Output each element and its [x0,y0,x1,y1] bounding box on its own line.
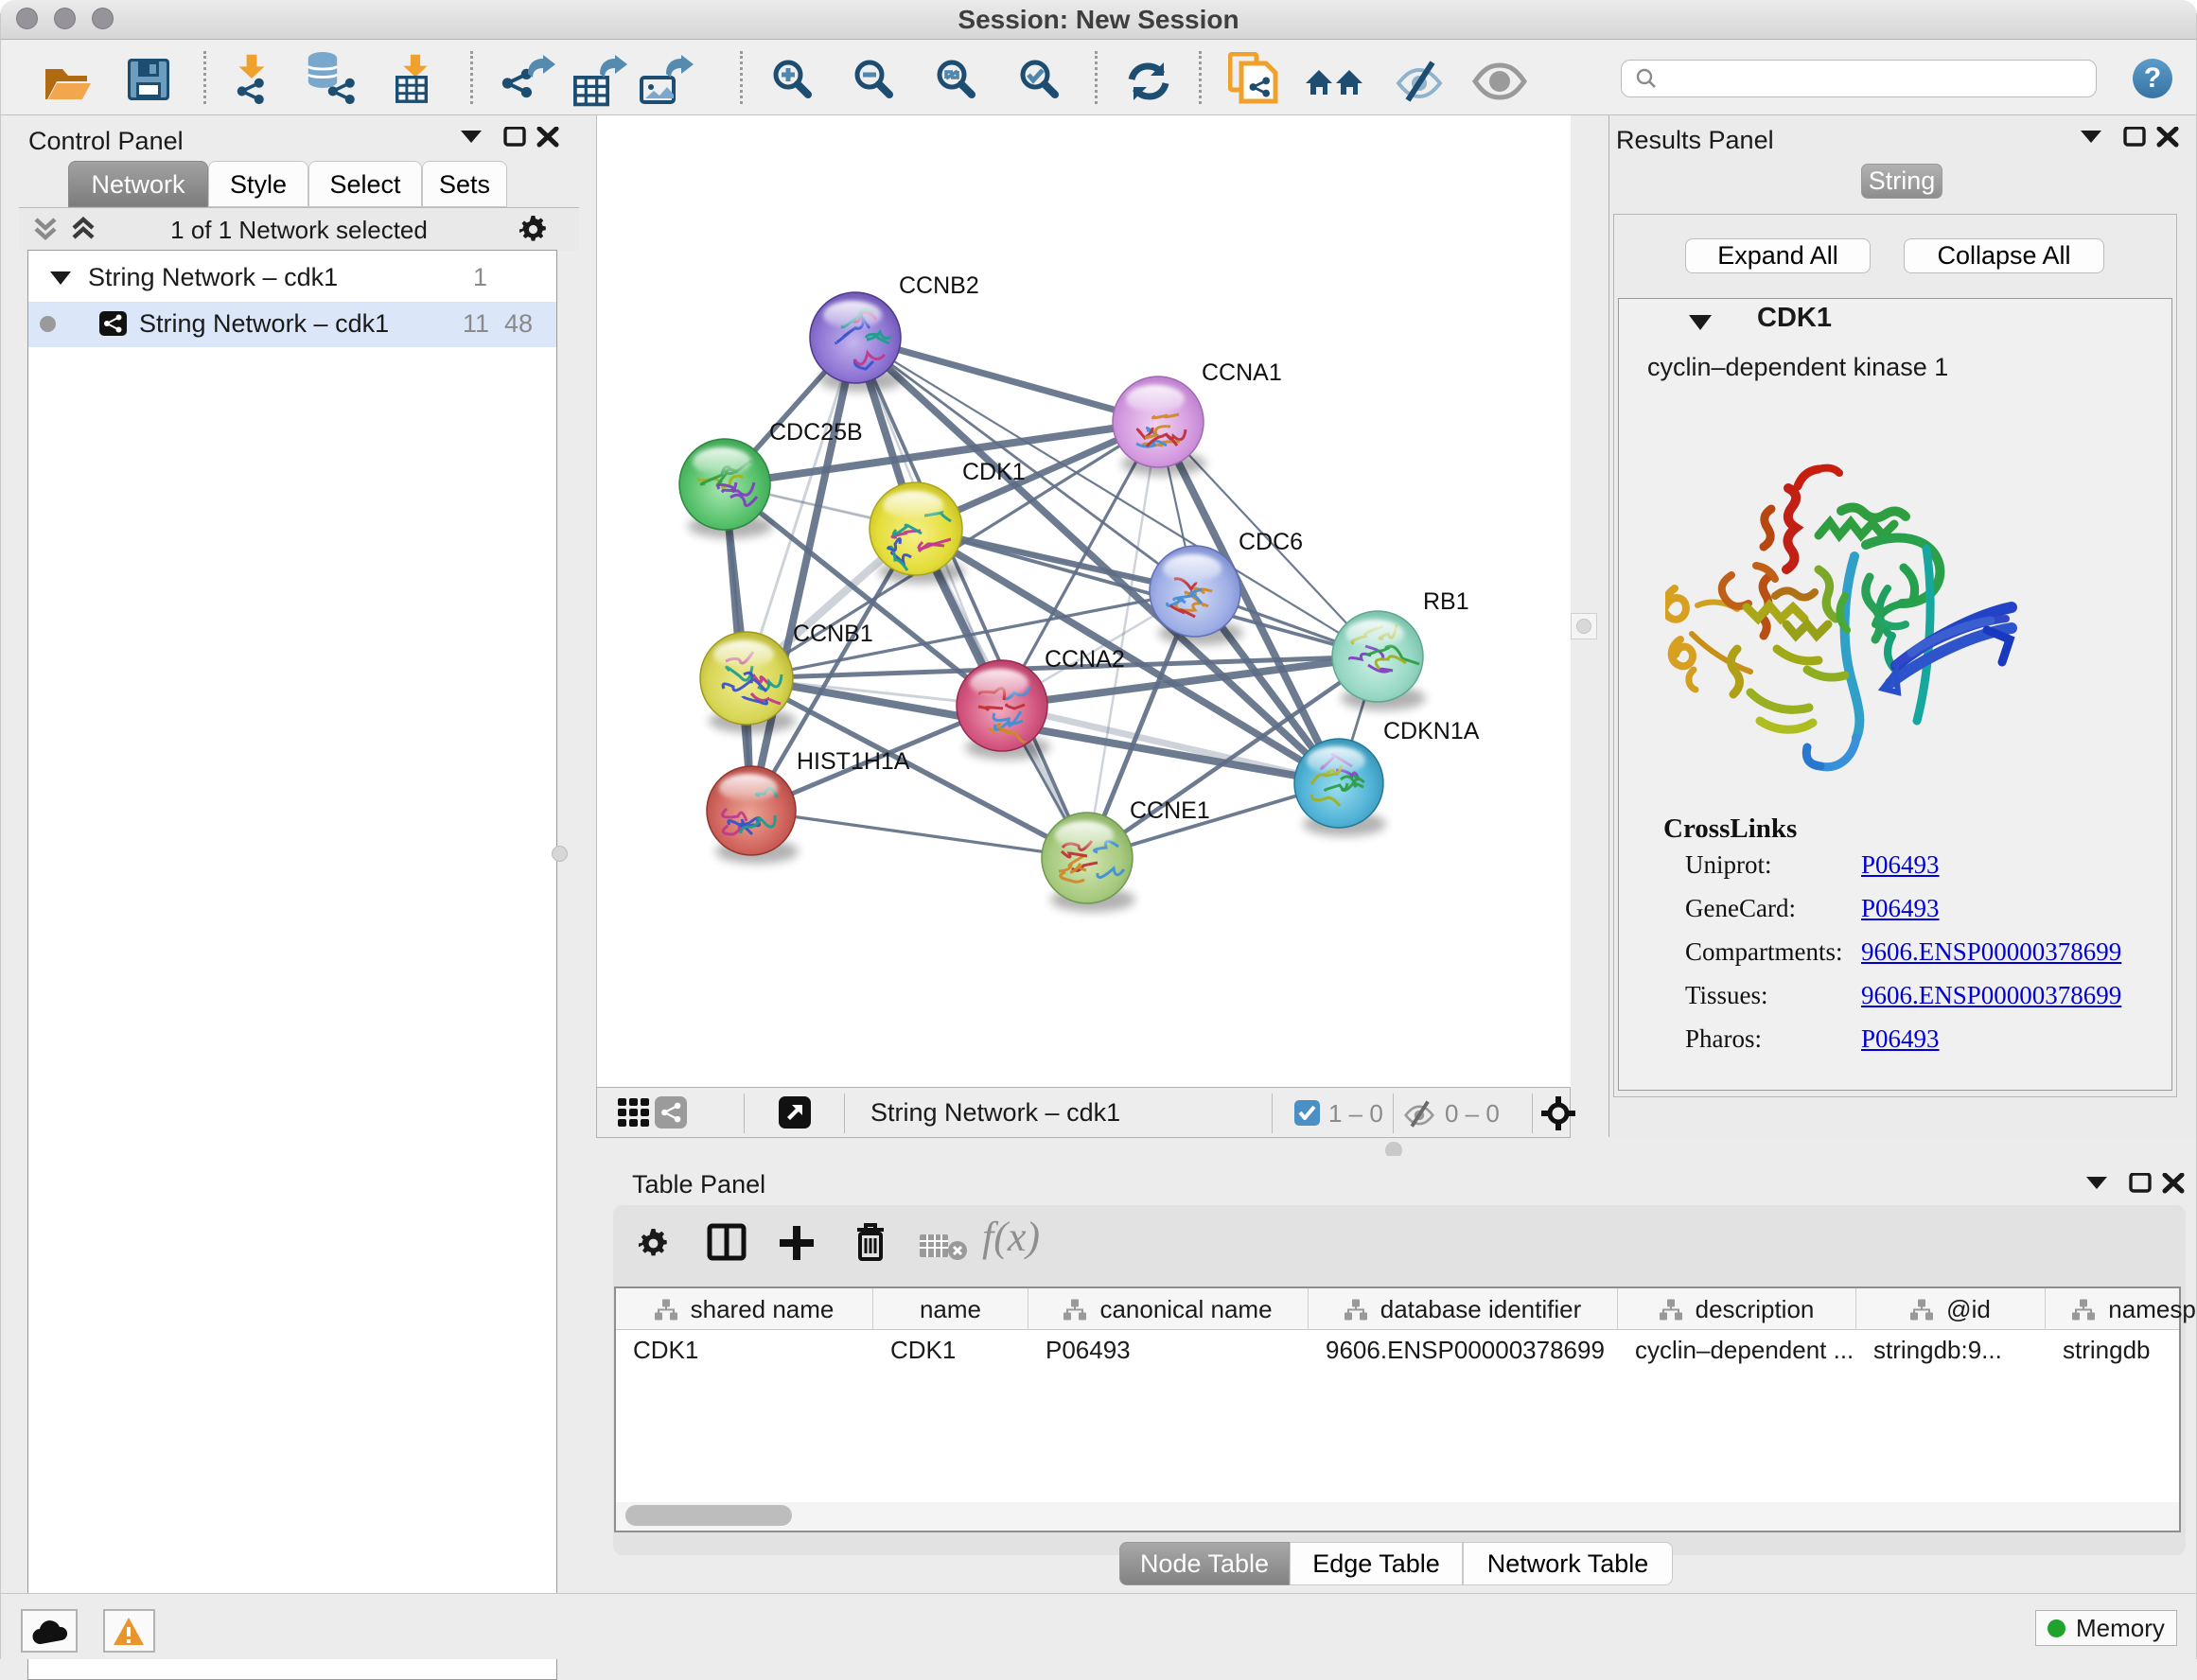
svg-text:CDC6: CDC6 [1239,529,1303,555]
svg-text:CCNA2: CCNA2 [1045,646,1125,673]
svg-text:CDKN1A: CDKN1A [1383,718,1480,744]
svg-text:RB1: RB1 [1423,588,1469,615]
svg-text:CCNA1: CCNA1 [1202,359,1282,386]
svg-text:CCNB2: CCNB2 [899,272,979,299]
svg-text:HIST1H1A: HIST1H1A [797,748,910,775]
svg-text:CCNE1: CCNE1 [1130,797,1210,824]
svg-text:CDC25B: CDC25B [769,419,863,446]
svg-text:CCNB1: CCNB1 [793,621,873,647]
svg-text:CDK1: CDK1 [962,459,1026,485]
